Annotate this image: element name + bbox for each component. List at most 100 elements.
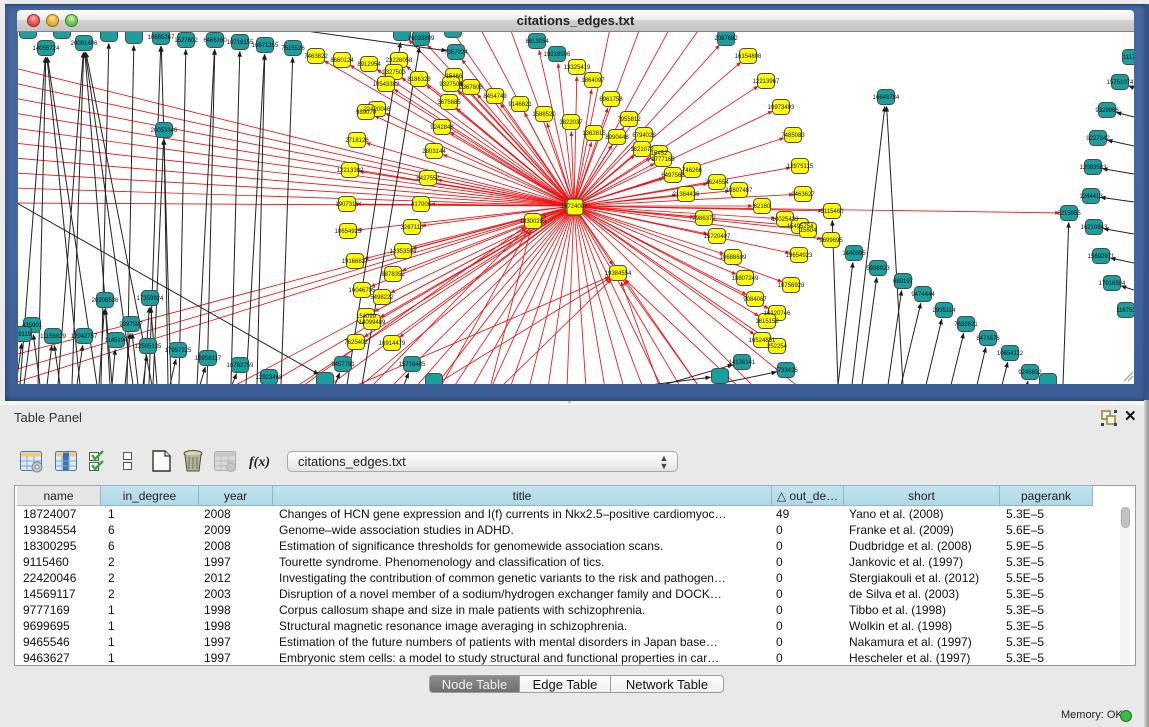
svg-text:20091406: 20091406 bbox=[71, 41, 98, 47]
svg-text:1588520: 1588520 bbox=[532, 112, 556, 118]
svg-text:16648784: 16648784 bbox=[873, 95, 900, 101]
svg-text:10654112: 10654112 bbox=[997, 351, 1024, 357]
svg-text:8427552: 8427552 bbox=[416, 176, 440, 182]
svg-text:18724007: 18724007 bbox=[561, 204, 588, 210]
svg-text:15692971: 15692971 bbox=[1088, 254, 1115, 260]
svg-text:1615152: 1615152 bbox=[755, 319, 779, 325]
svg-text:7625402: 7625402 bbox=[344, 340, 368, 346]
svg-text:39119: 39119 bbox=[18, 332, 32, 338]
svg-text:16782759: 16782759 bbox=[227, 363, 254, 369]
svg-text:10025433: 10025433 bbox=[772, 217, 799, 223]
svg-text:1440995: 1440995 bbox=[842, 251, 866, 257]
svg-text:15716485: 15716485 bbox=[399, 362, 426, 368]
svg-text:9245652: 9245652 bbox=[1018, 370, 1042, 376]
svg-text:10958117: 10958117 bbox=[195, 356, 222, 362]
svg-text:16033809: 16033809 bbox=[408, 36, 435, 42]
svg-text:16914479: 16914479 bbox=[379, 341, 406, 347]
svg-text:16046795: 16046795 bbox=[349, 288, 376, 294]
svg-text:5498222: 5498222 bbox=[370, 295, 394, 301]
svg-text:11173: 11173 bbox=[1123, 55, 1134, 61]
svg-text:8878352: 8878352 bbox=[381, 272, 405, 278]
svg-text:12505135: 12505135 bbox=[135, 344, 162, 350]
svg-text:1362615: 1362615 bbox=[582, 131, 606, 137]
svg-text:10973493: 10973493 bbox=[768, 105, 795, 111]
svg-text:2718126: 2718126 bbox=[345, 138, 369, 144]
svg-text:9474444: 9474444 bbox=[911, 292, 935, 298]
svg-text:19384554: 19384554 bbox=[605, 271, 632, 277]
svg-text:12093583: 12093583 bbox=[1080, 165, 1107, 171]
svg-text:3675685: 3675685 bbox=[437, 100, 461, 106]
svg-text:15604: 15604 bbox=[800, 228, 817, 234]
svg-text:12942757: 12942757 bbox=[71, 334, 98, 340]
svg-text:12923468: 12923468 bbox=[256, 375, 283, 381]
svg-text:3267110: 3267110 bbox=[401, 225, 425, 231]
svg-text:10543382: 10543382 bbox=[373, 82, 400, 88]
svg-text:2803144: 2803144 bbox=[422, 149, 446, 155]
svg-text:6466160: 6466160 bbox=[203, 38, 227, 44]
svg-text:8186328: 8186328 bbox=[407, 77, 431, 83]
svg-text:7955812: 7955812 bbox=[617, 117, 641, 123]
svg-text:7357224: 7357224 bbox=[444, 50, 468, 56]
svg-text:20053346: 20053346 bbox=[151, 128, 178, 134]
svg-text:9242848: 9242848 bbox=[430, 125, 454, 131]
svg-text:14136141: 14136141 bbox=[729, 360, 756, 366]
svg-text:9699695: 9699695 bbox=[819, 238, 843, 244]
svg-text:8471676: 8471676 bbox=[976, 336, 1000, 342]
svg-text:1907316: 1907316 bbox=[335, 202, 359, 208]
svg-text:8990448: 8990448 bbox=[605, 135, 629, 141]
svg-text:7632621: 7632621 bbox=[954, 322, 978, 328]
svg-text:689197: 689197 bbox=[893, 279, 914, 285]
svg-text:9084067: 9084067 bbox=[743, 297, 767, 303]
svg-text:12975115: 12975115 bbox=[787, 164, 814, 170]
svg-text:7515526: 7515526 bbox=[281, 46, 305, 52]
svg-text:16210643: 16210643 bbox=[1081, 225, 1108, 231]
svg-text:8660124: 8660124 bbox=[330, 58, 354, 64]
svg-text:15466: 15466 bbox=[446, 74, 463, 80]
svg-text:17957225: 17957225 bbox=[165, 348, 192, 354]
svg-text:116753: 116753 bbox=[1116, 308, 1134, 314]
svg-text:5938923: 5938923 bbox=[866, 266, 890, 272]
svg-text:13325419: 13325419 bbox=[564, 65, 591, 71]
svg-text:17016504: 17016504 bbox=[1099, 281, 1126, 287]
svg-text:16154808: 16154808 bbox=[735, 54, 762, 60]
svg-text:7485083: 7485083 bbox=[781, 133, 805, 139]
svg-text:11156829: 11156829 bbox=[40, 334, 66, 340]
svg-text:9227342: 9227342 bbox=[1086, 136, 1110, 142]
svg-text:16120746: 16120746 bbox=[764, 311, 791, 317]
svg-text:19654923: 19654923 bbox=[786, 253, 813, 259]
svg-text:1733426: 1733426 bbox=[774, 368, 798, 374]
svg-text:12213382: 12213382 bbox=[337, 168, 364, 174]
svg-text:14099489: 14099489 bbox=[359, 320, 386, 326]
svg-text:12213967: 12213967 bbox=[753, 79, 780, 85]
svg-text:f(x): f(x) bbox=[249, 455, 270, 470]
svg-text:10655267: 10655267 bbox=[148, 35, 175, 41]
svg-text:8215955: 8215955 bbox=[1057, 211, 1081, 217]
svg-text:10756928: 10756928 bbox=[778, 283, 805, 289]
svg-text:252254: 252254 bbox=[767, 344, 788, 350]
svg-text:8454749: 8454749 bbox=[483, 94, 507, 100]
svg-text:62160: 62160 bbox=[754, 204, 771, 210]
svg-text:18300295: 18300295 bbox=[520, 219, 547, 225]
svg-text:8813054: 8813054 bbox=[525, 39, 549, 45]
svg-text:746266: 746266 bbox=[682, 168, 703, 174]
svg-text:1864097: 1864097 bbox=[581, 78, 605, 84]
svg-text:9463627: 9463627 bbox=[791, 192, 815, 198]
svg-text:9146821: 9146821 bbox=[508, 102, 532, 108]
svg-text:1527602: 1527602 bbox=[174, 38, 198, 44]
svg-text:10719155: 10719155 bbox=[227, 40, 254, 46]
svg-text:9115460: 9115460 bbox=[821, 209, 845, 215]
svg-text:10654925: 10654925 bbox=[335, 229, 362, 235]
svg-text:12353594: 12353594 bbox=[390, 249, 417, 255]
svg-text:2935114: 2935114 bbox=[933, 308, 957, 314]
svg-text:1145194: 1145194 bbox=[105, 338, 129, 344]
svg-text:1244413: 1244413 bbox=[1079, 194, 1103, 200]
svg-text:20206536: 20206536 bbox=[92, 298, 119, 304]
svg-text:3624554: 3624554 bbox=[705, 180, 729, 186]
svg-text:19166827: 19166827 bbox=[342, 259, 369, 265]
svg-text:8912954: 8912954 bbox=[357, 62, 381, 68]
svg-text:435901: 435901 bbox=[22, 323, 43, 329]
svg-text:6794028: 6794028 bbox=[632, 133, 656, 139]
svg-text:17359924: 17359924 bbox=[137, 296, 164, 302]
svg-text:10807487: 10807487 bbox=[726, 188, 753, 194]
svg-text:3822037: 3822037 bbox=[559, 120, 583, 126]
